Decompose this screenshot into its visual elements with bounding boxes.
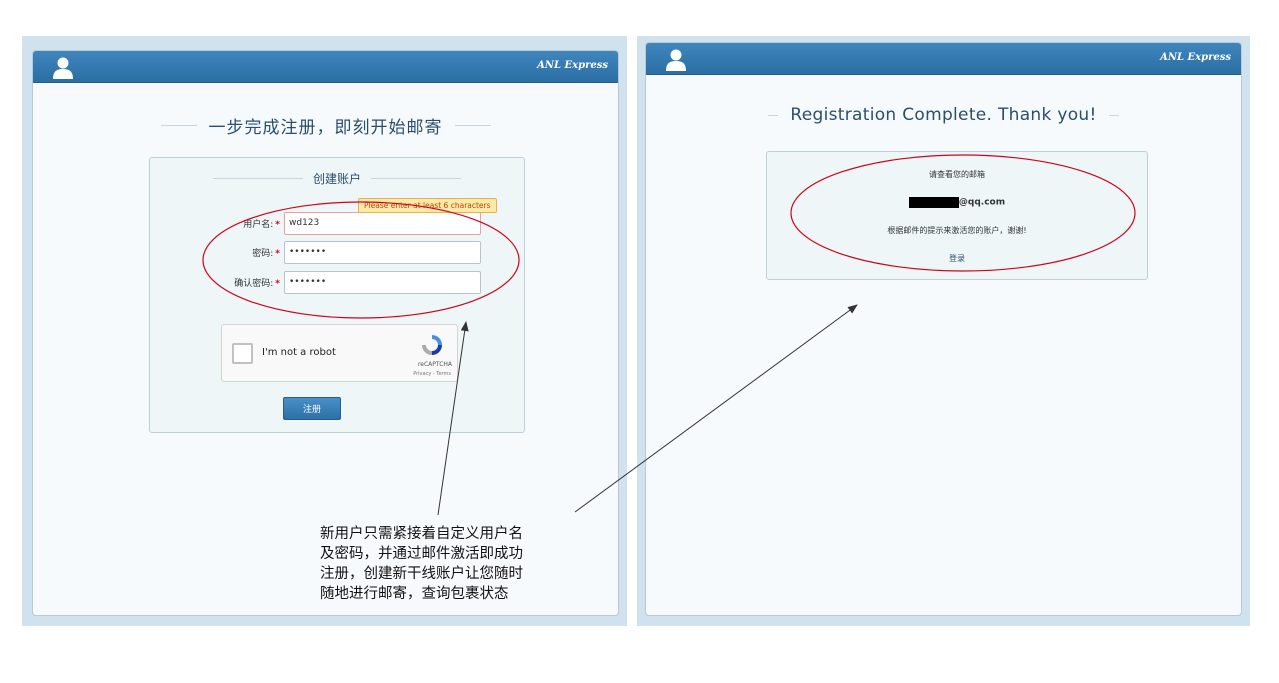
activate-message: 根据邮件的提示来激活您的账户，谢谢! — [887, 226, 1027, 235]
register-button[interactable]: 注册 — [283, 397, 341, 420]
recaptcha-links[interactable]: Privacy - Terms — [413, 371, 451, 377]
username-input[interactable]: wd123 — [284, 212, 481, 235]
user-icon — [666, 49, 686, 71]
password-input[interactable]: ••••••• — [284, 241, 481, 264]
page-title-row: Registration Complete. Thank you! — [646, 105, 1241, 125]
caption-line: 随地进行邮寄，查询包裹状态 — [320, 586, 509, 602]
app-header: ANL Express — [33, 51, 618, 83]
annotation-caption: 新用户只需紧接着自定义用户名 及密码，并通过邮件激活即成功 注册，创建新干线账户… — [320, 524, 585, 604]
form-title-row: 创建账户 — [150, 170, 524, 187]
brand-logo-text: ANL Express — [1160, 52, 1231, 63]
error-tooltip: Please enter at least 6 characters — [358, 198, 497, 213]
divider — [212, 178, 303, 179]
caption-line: 及密码，并通过邮件激活即成功 — [320, 546, 523, 562]
app-header: ANL Express — [646, 43, 1241, 75]
page-title-row: 一步完成注册，即刻开始邮寄 — [33, 113, 618, 138]
password-row: 密码: * ••••••• — [150, 241, 524, 265]
redacted-email-user — [908, 197, 959, 208]
recaptcha-logo-icon — [422, 335, 442, 355]
confirmation-window: ANL Express Registration Complete. Thank… — [645, 42, 1242, 616]
brand-logo-text: ANL Express — [537, 60, 608, 71]
form-title: 创建账户 — [312, 172, 361, 186]
user-icon — [53, 57, 73, 79]
email-address: @qq.com — [767, 197, 1147, 208]
confirm-password-row: 确认密码: * ••••••• — [150, 271, 524, 295]
recaptcha-widget: I'm not a robot reCAPTCHA Privacy - Term… — [221, 324, 458, 382]
page-title: Registration Complete. Thank you! — [790, 105, 1097, 125]
create-account-form: 创建账户 用户名: * wd123 Please enter at least 6… — [149, 157, 525, 433]
email-domain: @qq.com — [958, 197, 1006, 208]
recaptcha-label: I'm not a robot — [262, 347, 336, 358]
confirm-password-input[interactable]: ••••••• — [284, 271, 481, 294]
confirmation-screenshot: ANL Express Registration Complete. Thank… — [637, 36, 1250, 626]
caption-line: 注册，创建新干线账户让您随时 — [320, 566, 523, 582]
divider — [454, 125, 491, 126]
required-mark: * — [275, 249, 280, 259]
confirm-password-label: 确认密码: * — [234, 279, 280, 289]
login-link[interactable]: 登录 — [767, 253, 1147, 264]
divider — [768, 114, 779, 116]
username-row: 用户名: * wd123 Please enter at least 6 char… — [150, 198, 524, 236]
caption-line: 新用户只需紧接着自定义用户名 — [320, 526, 523, 542]
recaptcha-checkbox[interactable] — [232, 343, 253, 364]
divider — [1108, 114, 1119, 116]
divider — [371, 178, 461, 179]
recaptcha-brand: reCAPTCHA — [417, 361, 452, 368]
divider — [160, 125, 197, 126]
confirmation-box: 请查看您的邮箱 @qq.com 根据邮件的提示来激活您的账户，谢谢! 登录 — [766, 151, 1148, 280]
check-email-text: 请查看您的邮箱 — [929, 170, 985, 179]
password-label: 密码: * — [252, 249, 280, 259]
username-label: 用户名: * — [243, 220, 280, 230]
required-mark: * — [275, 279, 280, 289]
required-mark: * — [275, 220, 280, 230]
page-title: 一步完成注册，即刻开始邮寄 — [208, 118, 443, 138]
